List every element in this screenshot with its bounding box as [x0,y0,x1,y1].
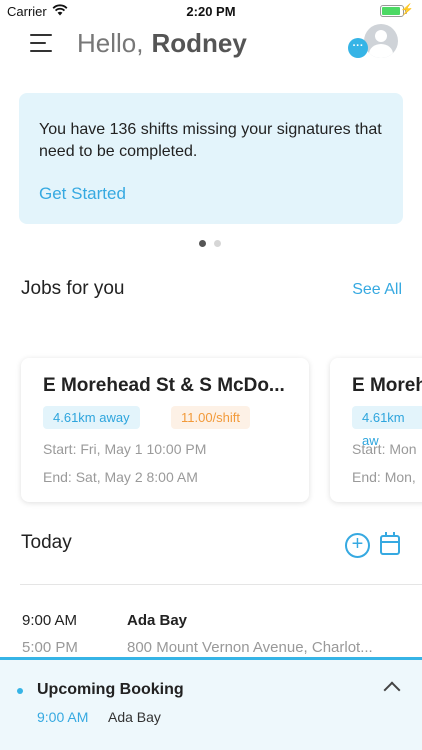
distance-badge: 4.61km away [43,406,140,429]
divider [20,584,422,585]
greeting-text: Hello, [77,28,144,58]
status-bar: Carrier 2:20 PM ⚡ [0,0,422,22]
today-section-title: Today [21,532,72,553]
carousel-page-indicator[interactable] [199,240,229,248]
charging-bolt-icon: ⚡ [400,4,414,16]
user-name: Rodney [151,28,247,58]
page-dot[interactable] [214,240,221,247]
calendar-icon[interactable] [380,532,400,555]
avatar[interactable] [364,24,398,58]
jobs-section-title: Jobs for you [21,278,125,299]
job-title: E Morehead St & S McDo... [43,375,285,396]
job-end-time: End: Mon, [352,469,416,485]
job-title: E Morehead [352,375,422,396]
chat-icon[interactable]: ··· [348,38,368,58]
profile-button[interactable]: ··· [346,24,400,64]
upcoming-booking-time: 9:00 AM [37,709,89,725]
upcoming-booking-panel[interactable]: Upcoming Booking 9:00 AM Ada Bay [0,657,422,750]
add-circle-icon[interactable]: + [345,533,370,558]
get-started-link[interactable]: Get Started [39,184,126,204]
greeting: Hello, Rodney [77,28,247,59]
see-all-link[interactable]: See All [352,281,402,299]
job-card[interactable]: E Morehead St & S McDo... 4.61km away 11… [21,358,309,502]
page-dot-active[interactable] [199,240,206,247]
banner-message: You have 136 shifts missing your signatu… [39,121,382,160]
rate-badge: 11.00/shift [171,406,251,429]
signature-reminder-banner: You have 136 shifts missing your signatu… [19,93,403,224]
hamburger-menu-icon[interactable] [30,33,52,53]
distance-badge: 4.61km aw [352,406,422,448]
shift-address: 800 Mount Vernon Avenue, Charlot... [127,639,373,656]
job-card[interactable]: E Morehead 4.61km aw Start: Mon End: Mon… [330,358,422,502]
shift-location-name[interactable]: Ada Bay [127,612,187,629]
upcoming-booking-name: Ada Bay [108,709,161,725]
chevron-up-icon[interactable] [383,681,401,699]
today-actions: + [345,532,401,559]
shift-end-time: 5:00 PM [22,639,78,656]
shift-start-time: 9:00 AM [22,612,78,629]
upcoming-booking-title: Upcoming Booking [37,681,184,698]
status-dot [17,688,23,694]
job-start-time: Start: Fri, May 1 10:00 PM [43,441,207,457]
job-start-time: Start: Mon [352,441,417,457]
job-end-time: End: Sat, May 2 8:00 AM [43,469,198,485]
clock: 2:20 PM [186,4,236,19]
